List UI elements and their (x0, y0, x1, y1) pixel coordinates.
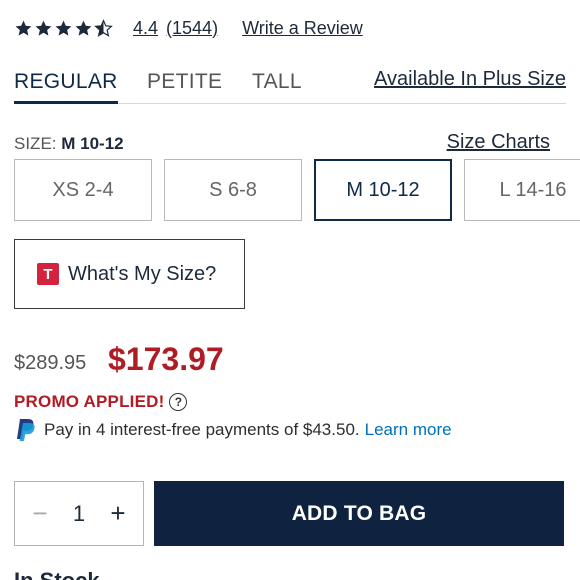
size-label: SIZE: M 10-12 (14, 134, 124, 154)
promo-applied-label: PROMO APPLIED! (14, 392, 165, 411)
size-option-s[interactable]: S 6-8 (164, 159, 302, 221)
size-label-prefix: SIZE: (14, 134, 62, 153)
paypal-installment-text: Pay in 4 interest-free payments of $43.5… (44, 420, 360, 439)
whats-my-size-label: What's My Size? (68, 262, 217, 285)
star-icon (55, 20, 72, 36)
rating-row: 4.4 (1544) Write a Review (14, 14, 363, 42)
quantity-value[interactable]: 1 (73, 501, 85, 527)
tab-petite[interactable]: PETITE (147, 70, 222, 94)
star-rating (14, 18, 113, 38)
rating-value-link[interactable]: 4.4 (133, 18, 158, 39)
tab-regular[interactable]: REGULAR (14, 70, 118, 104)
help-icon[interactable]: ? (169, 393, 188, 411)
sale-price: $173.97 (108, 341, 224, 377)
stock-status: In Stock (14, 568, 100, 580)
size-charts-link[interactable]: Size Charts (447, 131, 550, 154)
quantity-stepper: − 1 + (14, 481, 144, 546)
promo-row: PROMO APPLIED! ? (14, 392, 188, 412)
paypal-icon (17, 419, 35, 441)
learn-more-link[interactable]: Learn more (365, 420, 452, 440)
write-review-link[interactable]: Write a Review (242, 18, 363, 39)
size-option-xs[interactable]: XS 2-4 (14, 159, 152, 221)
tab-tall[interactable]: TALL (252, 70, 302, 94)
increase-quantity-button[interactable]: + (107, 498, 129, 529)
star-icon (35, 20, 52, 36)
star-icon (75, 20, 92, 36)
half-star-icon (94, 18, 113, 37)
paypal-row: Pay in 4 interest-free payments of $43.5… (14, 418, 452, 442)
original-price: $289.95 (14, 352, 87, 374)
size-option-l[interactable]: L 14-16 (464, 159, 580, 221)
plus-size-link[interactable]: Available In Plus Size (374, 68, 566, 91)
review-count-link[interactable]: (1544) (166, 18, 218, 39)
star-icon (15, 20, 32, 36)
whats-my-size-button[interactable]: T What's My Size? (14, 239, 245, 309)
fit-tabs: REGULAR PETITE TALL Available In Plus Si… (14, 66, 566, 104)
t-logo-icon: T (37, 263, 59, 285)
size-option-m[interactable]: M 10-12 (314, 159, 452, 221)
add-to-bag-button[interactable]: ADD TO BAG (154, 481, 564, 546)
decrease-quantity-button[interactable]: − (29, 498, 51, 529)
selected-size-value: M 10-12 (61, 134, 124, 153)
